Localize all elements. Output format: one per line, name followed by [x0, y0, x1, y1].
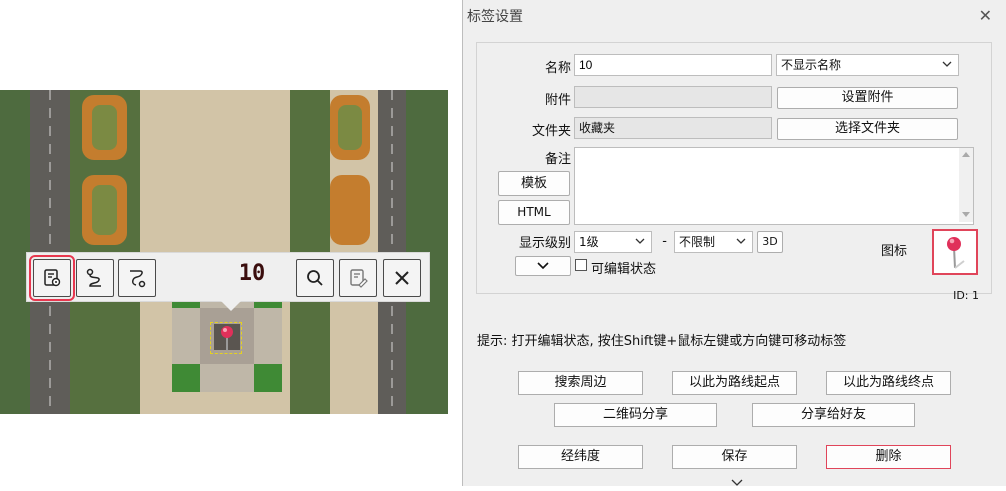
route-start-button[interactable]: 以此为路线起点	[672, 371, 797, 395]
name-display-select[interactable]: 不显示名称	[776, 54, 959, 76]
folder-field: 收藏夹	[574, 117, 772, 139]
chevron-down-icon	[635, 235, 645, 249]
close-toolbar-button[interactable]	[383, 259, 421, 297]
save-button[interactable]: 保存	[672, 445, 797, 469]
level-min-value: 1级	[579, 235, 599, 249]
name-label: 名称	[544, 61, 571, 76]
route-start-button[interactable]	[76, 259, 114, 297]
edit-note-button[interactable]	[339, 259, 377, 297]
map-pin-icon	[221, 326, 233, 350]
chevron-down-icon	[736, 235, 746, 249]
choose-folder-button[interactable]: 选择文件夹	[777, 118, 958, 140]
toolbar-callout-arrow	[221, 301, 241, 311]
dialog-title: 标签设置	[467, 9, 523, 25]
editable-label: 可编辑状态	[591, 262, 657, 277]
level-separator: -	[662, 234, 667, 249]
label-settings-icon	[44, 269, 61, 287]
name-display-value: 不显示名称	[781, 58, 842, 72]
selected-marker[interactable]	[210, 322, 242, 354]
attachment-label: 附件	[544, 93, 571, 108]
editable-checkbox[interactable]	[575, 259, 587, 271]
search-button[interactable]	[296, 259, 334, 297]
icon-label: 图标	[881, 244, 908, 259]
share-friend-button[interactable]: 分享给好友	[752, 403, 915, 427]
display-level-label: 显示级别	[518, 236, 571, 251]
note-textarea[interactable]	[574, 147, 974, 225]
expand-button[interactable]	[515, 256, 571, 276]
id-text: ID: 1	[953, 289, 979, 302]
note-scrollbar[interactable]	[959, 148, 973, 222]
more-chevron-icon[interactable]	[731, 476, 743, 491]
delete-button[interactable]: 删除	[826, 445, 951, 469]
map-view[interactable]: 10	[0, 90, 448, 414]
icon-picker[interactable]	[932, 229, 978, 275]
html-button[interactable]: HTML	[498, 200, 570, 225]
3d-button[interactable]: 3D	[757, 231, 783, 253]
edit-note-icon	[350, 269, 368, 288]
search-nearby-button[interactable]: 搜索周边	[518, 371, 643, 395]
toolbar-title: 10	[238, 261, 266, 286]
label-settings-button[interactable]	[29, 255, 75, 301]
close-icon	[395, 271, 409, 285]
chevron-down-icon	[537, 262, 549, 270]
qr-share-button[interactable]: 二维码分享	[554, 403, 717, 427]
route-end-button[interactable]	[118, 259, 156, 297]
note-label: 备注	[544, 152, 571, 167]
coordinates-button[interactable]: 经纬度	[518, 445, 643, 469]
label-toolbar: 10	[26, 252, 430, 302]
search-icon	[307, 270, 323, 286]
route-start-icon	[86, 268, 101, 287]
template-button[interactable]: 模板	[498, 171, 570, 196]
name-input[interactable]	[574, 54, 772, 76]
chevron-down-icon	[942, 58, 952, 72]
level-max-value: 不限制	[679, 235, 716, 249]
hint-text: 提示: 打开编辑状态, 按住Shift键+鼠标左键或方向键可移动标签	[477, 334, 847, 349]
route-end-icon	[130, 270, 146, 288]
map-pin-icon	[947, 237, 965, 269]
label-settings-dialog: 标签设置 ✕ 名称 不显示名称 附件 设置附件 文件夹 收藏夹 选择文件夹 备注…	[462, 0, 1006, 486]
level-max-select[interactable]: 不限制	[674, 231, 753, 253]
route-end-button[interactable]: 以此为路线终点	[826, 371, 951, 395]
set-attachment-button[interactable]: 设置附件	[777, 87, 958, 109]
attachment-field	[574, 86, 772, 108]
close-icon[interactable]: ✕	[979, 6, 992, 25]
folder-label: 文件夹	[531, 124, 571, 139]
level-min-select[interactable]: 1级	[574, 231, 652, 253]
